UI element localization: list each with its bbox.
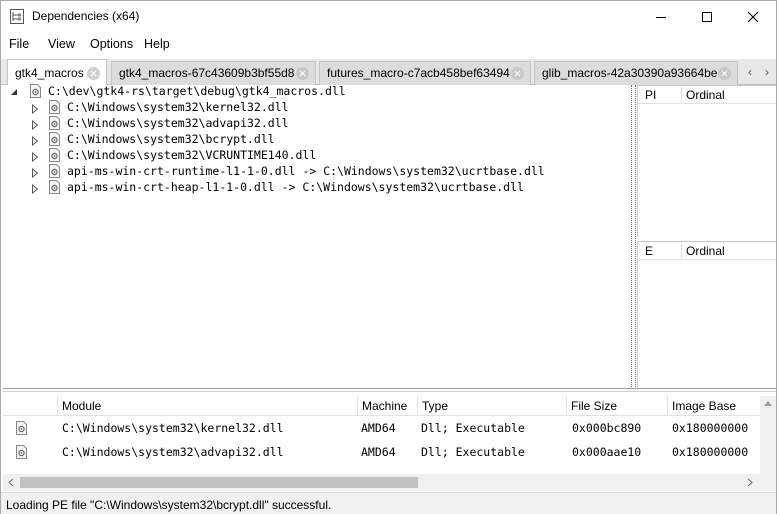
tab-label: glib_macros-42a30390a93664be <box>542 66 718 80</box>
dll-file-icon <box>49 148 60 162</box>
minimize-icon <box>656 16 666 18</box>
column-header-image-base[interactable]: Image Base <box>667 396 760 416</box>
collapsed-arrow-icon[interactable] <box>31 168 39 178</box>
column-header-module[interactable]: Module <box>57 396 357 416</box>
horizontal-scroll-thumb[interactable] <box>20 477 418 488</box>
cell-image-base: 0x180000000 <box>672 421 749 435</box>
tab-scroll-right-icon[interactable]: › <box>759 63 775 81</box>
tree-node[interactable]: api-ms-win-crt-heap-l1-1-0.dll -> C:\Win… <box>48 179 524 195</box>
tree-node-label: api-ms-win-crt-heap-l1-1-0.dll -> C:\Win… <box>67 180 524 194</box>
table-row[interactable]: C:\Windows\system32\kernel32.dll AMD64 D… <box>3 416 760 440</box>
menu-bar: File View Options Help <box>1 34 776 56</box>
tree-node[interactable]: C:\Windows\system32\VCRUNTIME140.dll <box>48 147 316 163</box>
scroll-up-icon[interactable] <box>764 400 772 406</box>
dll-file-icon <box>49 100 60 114</box>
vertical-scrollbar[interactable] <box>760 396 776 474</box>
tree-node[interactable]: C:\Windows\system32\advapi32.dll <box>48 115 289 131</box>
tree-node-label: C:\Windows\system32\kernel32.dll <box>67 100 289 114</box>
collapsed-arrow-icon[interactable] <box>31 136 39 146</box>
maximize-icon <box>702 11 712 22</box>
cell-file-size: 0x000bc890 <box>572 421 642 435</box>
close-icon <box>747 11 759 22</box>
close-button[interactable] <box>730 1 776 32</box>
dll-file-icon <box>16 445 27 459</box>
exports-pane[interactable]: E Ordinal <box>637 241 776 388</box>
exports-header: E Ordinal <box>638 242 776 260</box>
table-row[interactable]: C:\Windows\system32\advapi32.dll AMD64 D… <box>3 440 760 464</box>
tree-node[interactable]: api-ms-win-crt-runtime-l1-1-0.dll -> C:\… <box>48 163 545 179</box>
tab-close-icon[interactable] <box>296 67 309 80</box>
cell-image-base: 0x180000000 <box>672 445 749 459</box>
dll-file-icon <box>49 164 60 178</box>
tab-gtk4-macros[interactable]: gtk4_macros <box>7 59 107 85</box>
status-text: Loading PE file "C:\Windows\system32\bcr… <box>6 498 332 512</box>
dll-file-icon <box>49 132 60 146</box>
modules-list[interactable]: Module Machine Type File Size Image Base… <box>3 392 776 491</box>
column-header-ordinal[interactable]: Ordinal <box>681 86 725 104</box>
tab-close-icon[interactable] <box>87 67 100 80</box>
menu-options[interactable]: Options <box>90 37 133 51</box>
horizontal-scrollbar[interactable] <box>3 474 776 491</box>
tree-node-label: C:\Windows\system32\advapi32.dll <box>67 116 289 130</box>
tab-label: gtk4_macros-67c43609b3bf55d8 <box>119 66 295 80</box>
collapsed-arrow-icon[interactable] <box>31 152 39 162</box>
menu-file[interactable]: File <box>9 37 29 51</box>
window-title: Dependencies (x64) <box>32 9 140 23</box>
scroll-right-icon[interactable] <box>747 478 753 487</box>
dll-file-icon <box>49 180 60 194</box>
maximize-button[interactable] <box>684 1 730 32</box>
tab-close-icon[interactable] <box>511 67 524 80</box>
column-header-file-size[interactable]: File Size <box>566 396 667 416</box>
collapsed-arrow-icon[interactable] <box>31 120 39 130</box>
cell-type: Dll; Executable <box>421 421 525 435</box>
column-header-e[interactable]: E <box>645 244 653 258</box>
tab-bar: gtk4_macros gtk4_macros-67c43609b3bf55d8… <box>1 59 776 85</box>
imports-pane[interactable]: PI Ordinal <box>637 85 776 236</box>
tree-node-label: C:\Windows\system32\bcrypt.dll <box>67 132 275 146</box>
tab-futures-macro[interactable]: futures_macro-c7acb458bef63494 <box>319 61 531 85</box>
tree-node-label: api-ms-win-crt-runtime-l1-1-0.dll -> C:\… <box>67 164 545 178</box>
cell-machine: AMD64 <box>361 445 396 459</box>
dll-file-icon <box>16 421 27 435</box>
cell-machine: AMD64 <box>361 421 396 435</box>
dependency-tree-icon <box>10 9 24 24</box>
column-header-machine[interactable]: Machine <box>357 396 417 416</box>
cell-module: C:\Windows\system32\advapi32.dll <box>62 445 284 459</box>
tab-close-icon[interactable] <box>718 67 731 80</box>
dependency-tree[interactable]: C:\dev\gtk4-rs\target\debug\gtk4_macros.… <box>3 83 631 388</box>
tree-node[interactable]: C:\Windows\system32\kernel32.dll <box>48 99 289 115</box>
dll-file-icon <box>49 116 60 130</box>
dll-file-icon <box>30 84 41 98</box>
tab-scroll-left-icon[interactable]: ‹ <box>742 63 758 81</box>
column-header-ordinal[interactable]: Ordinal <box>681 242 725 260</box>
column-header-type[interactable]: Type <box>417 396 566 416</box>
minimize-button[interactable] <box>638 1 684 32</box>
imports-header: PI Ordinal <box>638 86 776 104</box>
status-bar: Loading PE file "C:\Windows\system32\bcr… <box>1 492 776 514</box>
tab-label: gtk4_macros <box>15 66 84 80</box>
scroll-left-icon[interactable] <box>8 478 14 487</box>
collapsed-arrow-icon[interactable] <box>31 184 39 194</box>
tree-node[interactable]: C:\Windows\system32\bcrypt.dll <box>48 131 275 147</box>
tree-node-label: C:\dev\gtk4-rs\target\debug\gtk4_macros.… <box>48 84 346 98</box>
tab-glib-macros[interactable]: glib_macros-42a30390a93664be <box>534 61 738 85</box>
modules-header: Module Machine Type File Size Image Base <box>3 396 760 416</box>
expanded-arrow-icon[interactable] <box>10 88 18 98</box>
cell-module: C:\Windows\system32\kernel32.dll <box>62 421 284 435</box>
cell-type: Dll; Executable <box>421 445 525 459</box>
menu-help[interactable]: Help <box>144 37 170 51</box>
app-window: Dependencies (x64) File View Options Hel… <box>0 0 777 514</box>
tree-root-node[interactable]: C:\dev\gtk4-rs\target\debug\gtk4_macros.… <box>29 83 346 99</box>
title-bar[interactable]: Dependencies (x64) <box>1 1 776 32</box>
tree-node-label: C:\Windows\system32\VCRUNTIME140.dll <box>67 148 317 162</box>
tab-gtk4-macros-hash[interactable]: gtk4_macros-67c43609b3bf55d8 <box>111 61 316 85</box>
column-header-pi[interactable]: PI <box>645 88 656 102</box>
cell-file-size: 0x000aae10 <box>572 445 642 459</box>
tab-label: futures_macro-c7acb458bef63494 <box>327 66 510 80</box>
menu-view[interactable]: View <box>48 37 75 51</box>
vertical-splitter[interactable] <box>631 85 636 389</box>
collapsed-arrow-icon[interactable] <box>31 104 39 114</box>
